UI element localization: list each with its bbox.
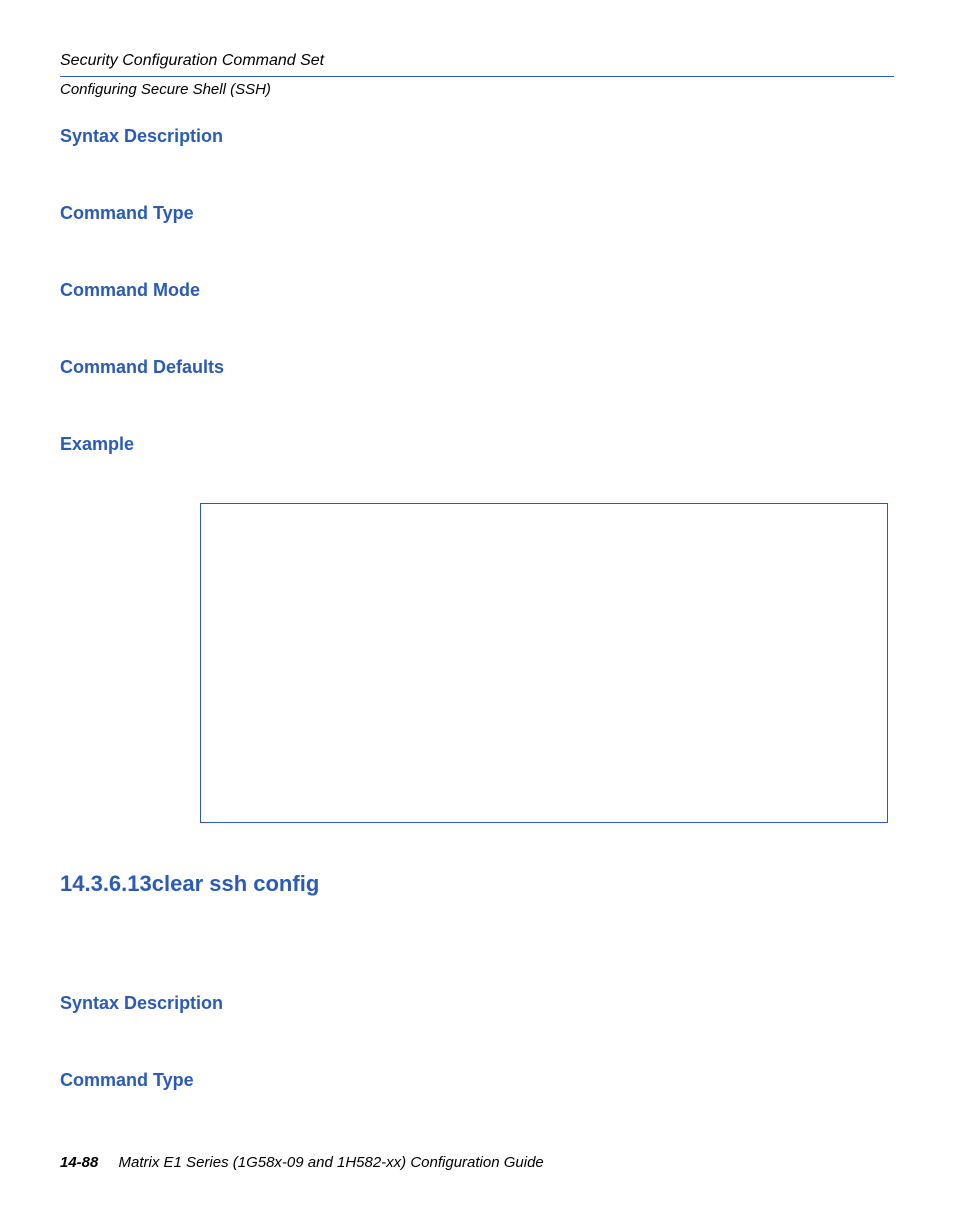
document-page: Security Configuration Command Set Confi…	[0, 0, 954, 1227]
heading-syntax-description-2: Syntax Description	[60, 993, 894, 1014]
command-title: 14.3.6.13clear ssh config	[60, 871, 894, 897]
heading-command-defaults: Command Defaults	[60, 357, 894, 378]
header-section: Security Configuration Command Set	[60, 52, 894, 70]
page-number: 14-88	[60, 1154, 98, 1171]
heading-syntax-description: Syntax Description	[60, 126, 894, 147]
heading-command-type-2: Command Type	[60, 1070, 894, 1091]
heading-command-mode: Command Mode	[60, 280, 894, 301]
heading-example: Example	[60, 434, 894, 455]
document-title: Matrix E1 Series (1G58x-09 and 1H582-xx)…	[119, 1154, 544, 1171]
example-box	[200, 503, 888, 823]
header-rule	[60, 76, 894, 77]
footer: 14-88 Matrix E1 Series (1G58x-09 and 1H5…	[60, 1154, 544, 1171]
header-subsection: Configuring Secure Shell (SSH)	[60, 81, 894, 98]
heading-command-type: Command Type	[60, 203, 894, 224]
